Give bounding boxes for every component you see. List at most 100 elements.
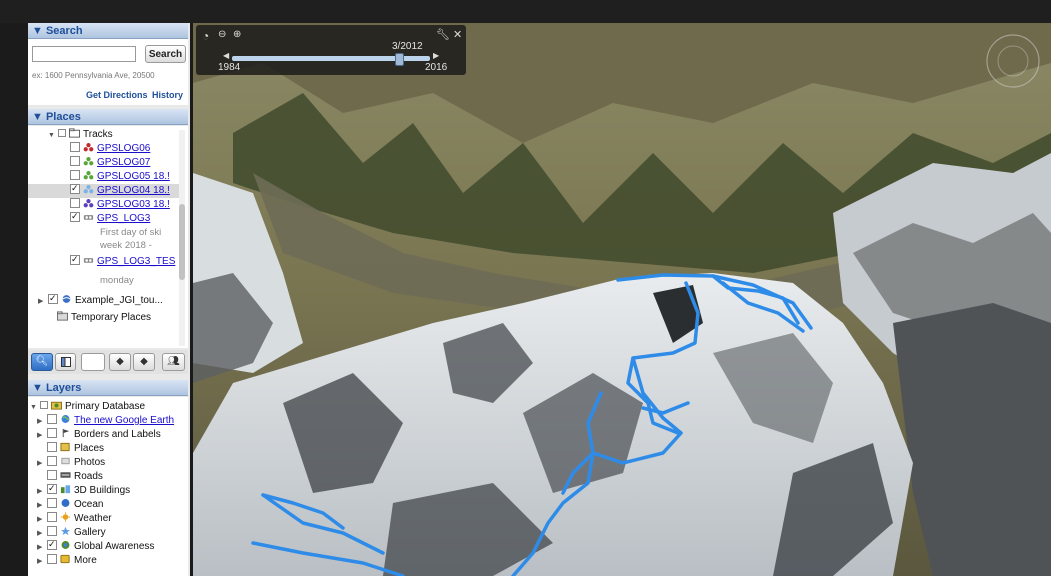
get-directions-link[interactable]: Get Directions bbox=[86, 90, 148, 100]
layer-label: Places bbox=[74, 443, 105, 454]
place-item[interactable]: GPS_LOG3_TES bbox=[70, 252, 175, 269]
tracks-label: Tracks bbox=[83, 129, 113, 140]
place-description: First day of ski bbox=[100, 227, 162, 238]
place-label[interactable]: GPS_LOG3 bbox=[97, 213, 150, 224]
checkbox[interactable] bbox=[70, 209, 80, 223]
more-icon bbox=[60, 555, 70, 564]
layer-label[interactable]: The new Google Earth bbox=[74, 415, 174, 426]
place-label[interactable]: GPSLOG07 bbox=[97, 157, 150, 168]
tracks-folder[interactable]: ▼ Tracks bbox=[48, 128, 113, 142]
move-up-button[interactable]: ◆ bbox=[109, 353, 131, 371]
places-icon bbox=[60, 443, 70, 452]
track-blue-icon bbox=[83, 185, 94, 194]
sidebar-toggle-button[interactable] bbox=[55, 353, 76, 371]
sidebar: ▼ Search Search ex: 1600 Pennsylvania Av… bbox=[28, 23, 190, 576]
place-label[interactable]: GPSLOG03 18.! bbox=[97, 199, 170, 210]
collapse-triangle-icon[interactable]: ▼ bbox=[30, 401, 40, 415]
photo-icon bbox=[61, 458, 70, 465]
place-label[interactable]: GPSLOG06 bbox=[97, 143, 150, 154]
primary-database-label: Primary Database bbox=[65, 401, 146, 412]
slider-left-arrow-icon[interactable]: ◀ bbox=[223, 51, 229, 60]
example-folder[interactable]: ▶ Example_JGI_tou... bbox=[38, 291, 163, 309]
search-panel-header[interactable]: ▼ Search bbox=[28, 23, 188, 39]
layer-item[interactable]: ▶ More bbox=[37, 554, 97, 568]
places-panel-header[interactable]: ▼ Places bbox=[28, 109, 188, 125]
historical-imagery-slider[interactable]: ◔ ⊖ ⊕ 🔧︎ ✕ 3/2012 1984 2016 ◀ ▶ bbox=[196, 25, 466, 75]
gps-tracks-overlay[interactable] bbox=[193, 23, 1051, 576]
track-left-run bbox=[261, 493, 385, 555]
checkbox[interactable] bbox=[40, 401, 48, 410]
ocean-icon bbox=[61, 499, 70, 508]
checkbox[interactable] bbox=[70, 198, 80, 209]
places-scrollbar[interactable] bbox=[179, 130, 185, 346]
folder-icon bbox=[69, 128, 80, 138]
track-purple-icon bbox=[83, 199, 94, 208]
expand-triangle-icon[interactable]: ▶ bbox=[38, 295, 48, 309]
collapse-triangle-icon[interactable]: ▼ bbox=[48, 129, 58, 143]
checkbox[interactable] bbox=[70, 142, 80, 153]
place-item[interactable]: GPSLOG03 18.! bbox=[70, 198, 170, 212]
place-item[interactable]: GPSLOG06 bbox=[70, 142, 150, 156]
roads-icon bbox=[60, 472, 71, 479]
search-input[interactable] bbox=[32, 46, 136, 62]
temporary-places[interactable]: Temporary Places bbox=[44, 311, 151, 325]
slider-thumb[interactable] bbox=[395, 53, 404, 66]
close-icon[interactable]: ✕ bbox=[453, 28, 462, 41]
checkbox[interactable] bbox=[70, 156, 80, 167]
awareness-icon bbox=[61, 541, 70, 550]
blank-toolbar-button[interactable] bbox=[81, 353, 105, 371]
checkbox[interactable] bbox=[70, 252, 80, 266]
globe-icon bbox=[61, 415, 70, 424]
folder-icon bbox=[57, 311, 68, 321]
place-item[interactable]: GPS_LOG3 bbox=[70, 209, 150, 226]
track-center-run bbox=[626, 281, 700, 435]
layer-item[interactable]: ▶Roads bbox=[37, 470, 103, 484]
checkbox[interactable] bbox=[48, 291, 58, 305]
places-scrollbar-thumb[interactable] bbox=[179, 204, 185, 280]
checkbox[interactable] bbox=[70, 170, 80, 181]
buildings-icon bbox=[60, 485, 71, 494]
checkbox[interactable] bbox=[58, 129, 66, 138]
map-3d-view[interactable] bbox=[193, 23, 1051, 576]
add-content-button[interactable]: 👥︎ bbox=[162, 353, 185, 371]
layer-item[interactable]: ▶Global Awareness bbox=[37, 537, 154, 554]
slider-right-arrow-icon[interactable]: ▶ bbox=[433, 51, 439, 60]
checkbox[interactable] bbox=[70, 181, 80, 195]
primary-database-row[interactable]: ▼ Primary Database bbox=[30, 400, 145, 414]
place-label[interactable]: GPSLOG05 18.! bbox=[97, 171, 170, 182]
start-year-label: 1984 bbox=[218, 62, 241, 73]
layer-item[interactable]: ▶ Weather bbox=[37, 512, 112, 526]
layer-item[interactable]: ▶Places bbox=[37, 442, 104, 456]
search-button[interactable]: Search bbox=[145, 45, 186, 63]
layer-label: Photos bbox=[74, 457, 106, 468]
magnifier-icon: 🔍︎ bbox=[35, 356, 49, 367]
place-description: monday bbox=[100, 275, 134, 286]
gps-track-lines bbox=[251, 273, 813, 576]
place-label[interactable]: GPS_LOG3_TES bbox=[97, 256, 175, 267]
layer-item[interactable]: ▶ Ocean bbox=[37, 498, 103, 512]
place-item[interactable]: GPSLOG05 18.! bbox=[70, 170, 170, 184]
example-folder-label: Example_JGI_tou... bbox=[75, 295, 163, 306]
layers-panel-header[interactable]: ▼ Layers bbox=[28, 380, 188, 396]
layer-item[interactable]: ▶ The new Google Earth bbox=[37, 414, 174, 428]
clock-icon[interactable]: ◔ bbox=[202, 29, 209, 43]
track-green-icon bbox=[83, 171, 94, 180]
place-item[interactable]: GPSLOG07 bbox=[70, 156, 150, 170]
zoom-out-icon[interactable]: ⊖ bbox=[218, 29, 226, 40]
move-down-button[interactable]: ◆ bbox=[133, 353, 155, 371]
place-label[interactable]: GPSLOG04 18.! bbox=[97, 185, 170, 196]
gallery-icon bbox=[60, 527, 71, 536]
layer-item[interactable]: ▶ Borders and Labels bbox=[37, 428, 161, 442]
history-link[interactable]: History bbox=[152, 90, 183, 100]
database-icon bbox=[51, 402, 62, 410]
wrench-icon[interactable]: 🔧︎ bbox=[436, 28, 450, 41]
place-item-selected[interactable]: GPSLOG04 18.! bbox=[70, 181, 170, 198]
zoom-in-icon[interactable]: ⊕ bbox=[233, 29, 241, 40]
diamond-icon: ◆ bbox=[116, 356, 124, 367]
search-panel-toggle-button[interactable]: 🔍︎ bbox=[31, 353, 53, 371]
layer-item[interactable]: ▶ Photos bbox=[37, 456, 105, 470]
search-example-text: ex: 1600 Pennsylvania Ave, 20500 bbox=[32, 71, 155, 80]
top-window-bar bbox=[0, 0, 1051, 23]
layer-label: 3D Buildings bbox=[74, 485, 131, 496]
layer-item[interactable]: ▶3D Buildings bbox=[37, 481, 131, 498]
